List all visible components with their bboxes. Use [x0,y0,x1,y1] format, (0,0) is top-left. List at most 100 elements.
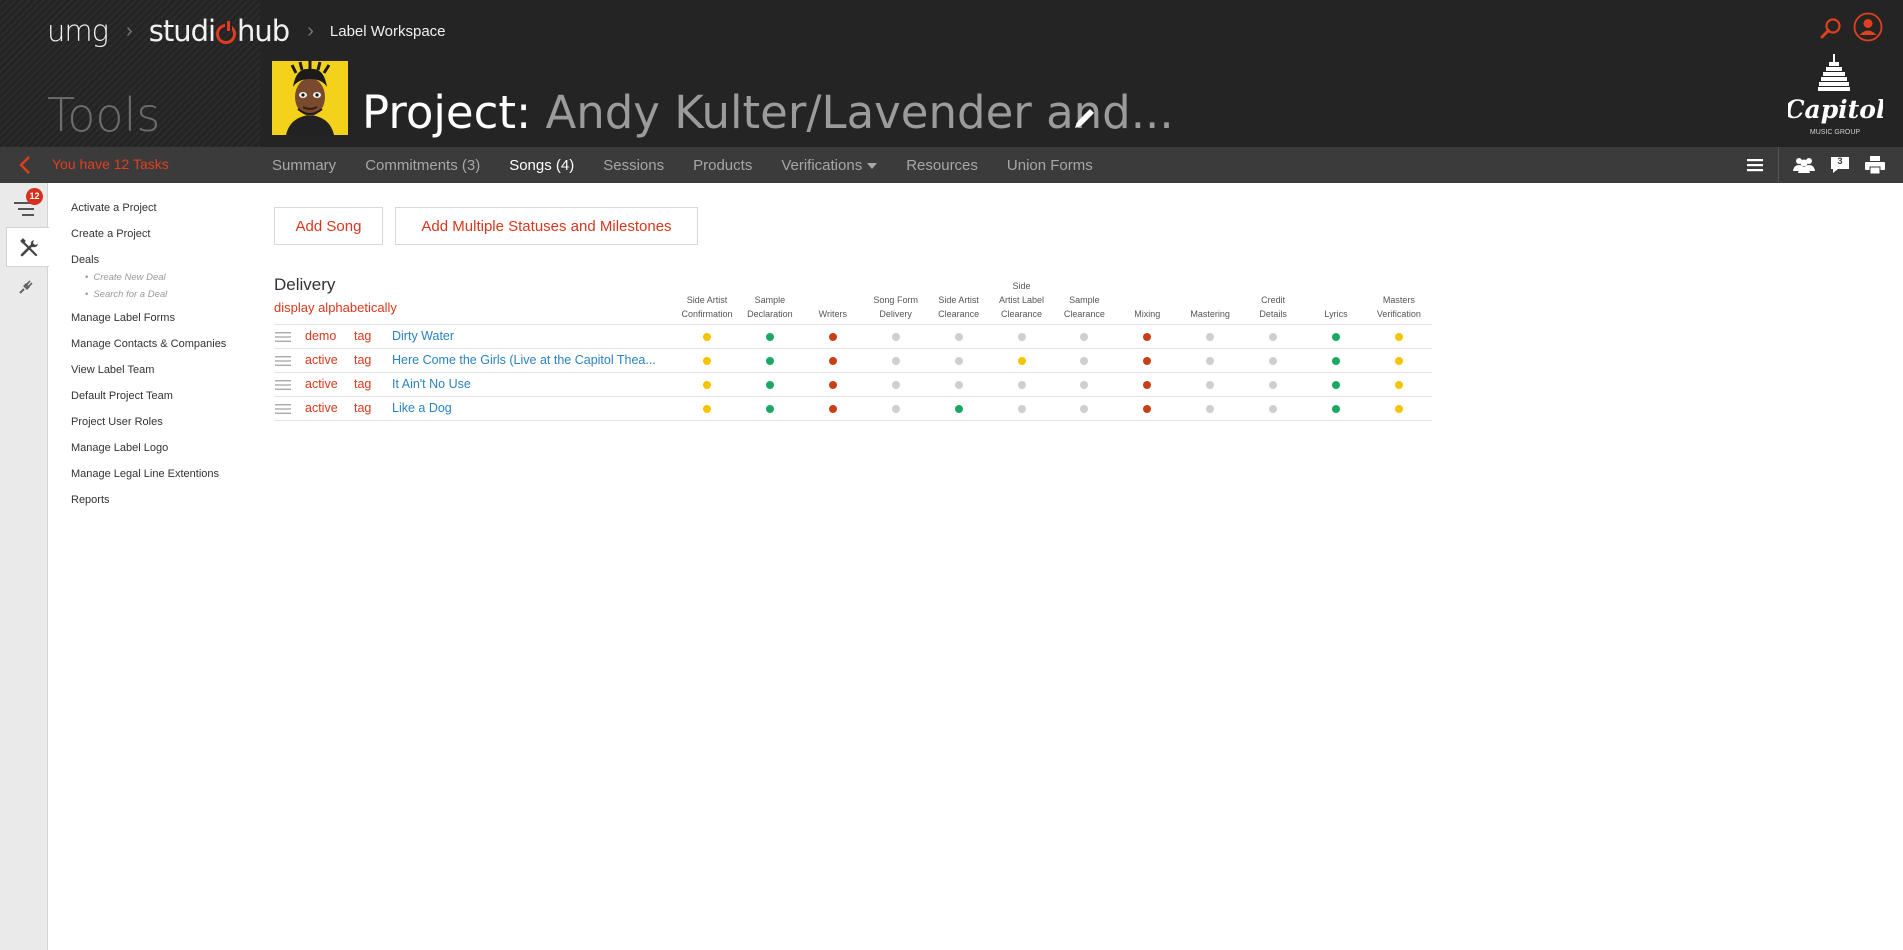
song-title-link[interactable]: Here Come the Girls (Live at the Capitol… [392,353,656,367]
milestone-status-dot[interactable] [1394,357,1403,365]
song-title-link[interactable]: Like a Dog [392,401,656,415]
milestone-status-dot[interactable] [1143,405,1152,413]
tab-union-forms[interactable]: Union Forms [1007,157,1093,174]
tasks-link[interactable]: You have 12 Tasks [52,156,169,172]
tool-manage-legal-lines[interactable]: Manage Legal Line Extentions [71,466,251,492]
print-icon[interactable] [1864,155,1886,175]
studiohub-logo[interactable]: studi hub [149,14,291,48]
milestone-status-dot[interactable] [1332,333,1340,341]
milestone-status-dot[interactable] [891,333,900,341]
chevron-left-icon[interactable] [17,155,33,175]
milestone-status-dot[interactable] [1394,405,1403,413]
column-header-line: Declaration [747,309,793,319]
milestone-status-dot[interactable] [828,333,837,341]
song-tag-link[interactable]: tag [354,353,371,367]
tool-project-user-roles[interactable]: Project User Roles [71,414,251,440]
column-header: Writers [801,307,865,321]
milestone-status-dot[interactable] [954,405,963,413]
song-title-link[interactable]: Dirty Water [392,329,656,343]
milestone-status-dot[interactable] [1269,357,1278,365]
drag-handle-icon[interactable] [275,380,291,390]
tool-manage-contacts[interactable]: Manage Contacts & Companies [71,336,251,362]
milestone-status-dot[interactable] [1143,357,1152,365]
add-song-button[interactable]: Add Song [274,207,383,245]
tab-summary[interactable]: Summary [272,157,336,174]
tab-songs[interactable]: Songs (4) [509,157,574,174]
song-tag-link[interactable]: tag [354,329,371,343]
milestone-status-dot[interactable] [1017,333,1026,341]
search-icon[interactable] [1820,17,1842,39]
milestone-status-dot[interactable] [1269,381,1278,389]
tool-search-deal[interactable]: Search for a Deal [85,289,251,306]
tool-manage-label-logo[interactable]: Manage Label Logo [71,440,251,466]
tab-commitments[interactable]: Commitments (3) [365,157,480,174]
milestone-status-dot[interactable] [703,333,711,341]
milestone-status-dot[interactable] [1080,333,1089,341]
drag-handle-icon[interactable] [275,356,291,366]
milestone-status-dot[interactable] [765,357,774,365]
pencil-edit-icon[interactable] [1071,104,1099,132]
milestone-status-dot[interactable] [1017,357,1026,365]
hamburger-menu-icon[interactable] [1746,157,1764,173]
milestone-status-dot[interactable] [1269,405,1278,413]
tool-create-new-deal[interactable]: Create New Deal [85,272,251,289]
rail-tools-button[interactable] [6,227,49,267]
milestone-status-dot[interactable] [891,357,900,365]
project-avatar [272,61,348,135]
tab-verifications[interactable]: Verifications [781,157,878,174]
milestone-status-dot[interactable] [703,381,711,389]
milestone-status-dot[interactable] [1017,405,1026,413]
milestone-status-dot[interactable] [1394,381,1403,389]
column-header-line: Confirmation [681,309,733,319]
milestone-status-dot[interactable] [1206,333,1215,341]
milestone-status-dot[interactable] [765,405,774,413]
milestone-status-dot[interactable] [765,381,774,389]
milestone-status-dot[interactable] [1143,333,1152,341]
milestone-status-dot[interactable] [828,357,837,365]
user-profile-icon[interactable] [1853,12,1883,42]
drag-handle-icon[interactable] [275,332,291,342]
milestone-status-dot[interactable] [1394,333,1403,341]
milestone-status-dot[interactable] [1332,405,1340,413]
milestone-status-dot[interactable] [1143,381,1152,389]
drag-handle-icon[interactable] [275,404,291,414]
tab-sessions[interactable]: Sessions [603,157,664,174]
tab-products[interactable]: Products [693,157,752,174]
tool-create-project[interactable]: Create a Project [71,226,251,252]
milestone-status-dot[interactable] [891,381,900,389]
milestone-status-dot[interactable] [1206,381,1215,389]
tool-activate-project[interactable]: Activate a Project [71,200,251,226]
tool-view-label-team[interactable]: View Label Team [71,362,251,388]
plug-icon[interactable] [18,279,34,295]
breadcrumb-current[interactable]: Label Workspace [330,23,446,40]
tool-default-project-team[interactable]: Default Project Team [71,388,251,414]
milestone-status-dot[interactable] [765,333,774,341]
milestone-status-dot[interactable] [1080,405,1089,413]
milestone-status-dot[interactable] [1017,381,1026,389]
add-multiple-statuses-button[interactable]: Add Multiple Statuses and Milestones [395,207,698,245]
milestone-status-dot[interactable] [703,357,711,365]
milestone-status-dot[interactable] [828,405,837,413]
milestone-status-dot[interactable] [954,357,963,365]
song-title-link[interactable]: It Ain't No Use [392,377,656,391]
milestone-status-dot[interactable] [891,405,900,413]
milestone-status-dot[interactable] [1080,357,1089,365]
milestone-status-dot[interactable] [1206,357,1215,365]
tool-manage-label-forms[interactable]: Manage Label Forms [71,310,251,336]
song-tag-link[interactable]: tag [354,401,371,415]
team-icon[interactable] [1792,155,1816,175]
milestone-status-dot[interactable] [954,333,963,341]
milestone-status-dot[interactable] [1332,357,1340,365]
umg-logo[interactable]: umg [47,14,109,48]
milestone-status-dot[interactable] [828,381,837,389]
milestone-status-dot[interactable] [1332,381,1340,389]
song-tag-link[interactable]: tag [354,377,371,391]
tool-reports[interactable]: Reports [71,492,251,518]
display-alphabetically-link[interactable]: display alphabetically [274,300,397,315]
milestone-status-dot[interactable] [703,405,711,413]
tab-resources[interactable]: Resources [906,157,978,174]
milestone-status-dot[interactable] [1269,333,1278,341]
milestone-status-dot[interactable] [1206,405,1215,413]
milestone-status-dot[interactable] [1080,381,1089,389]
milestone-status-dot[interactable] [954,381,963,389]
